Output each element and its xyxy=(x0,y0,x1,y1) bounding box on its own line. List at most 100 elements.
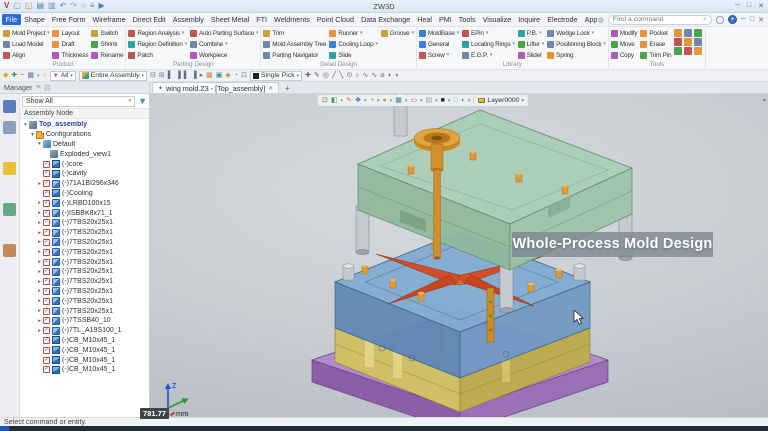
ribbon-button-patch[interactable]: Patch xyxy=(128,50,187,60)
checkbox[interactable]: ✓ xyxy=(43,327,50,335)
ribbon-button-align[interactable]: Align xyxy=(3,50,49,60)
manager-tab-icon[interactable] xyxy=(3,100,16,113)
show-all-dropdown[interactable]: Show All ▾ xyxy=(22,95,136,107)
ribbon-button-epin[interactable]: EPin ▾ xyxy=(462,28,515,38)
ribbon-button-region-definition[interactable]: Region Definition ▾ xyxy=(128,39,187,49)
ribbon-button-spring[interactable]: Spring xyxy=(547,50,606,60)
pick-mode-dropdown[interactable]: Single Pick ▾ xyxy=(249,70,303,81)
toolbar-icon[interactable]: ○ xyxy=(43,71,47,81)
tool-icon[interactable] xyxy=(684,38,693,46)
toolbar-icon[interactable]: ○ xyxy=(355,71,359,81)
tree-item-core[interactable]: ✓ (-)core xyxy=(20,159,149,169)
toolbar-icon[interactable]: ▣ xyxy=(216,71,223,81)
ribbon-button-combine[interactable]: Combine ▾ xyxy=(189,39,258,49)
ribbon-button-locating-rings[interactable]: Locating Rings ▾ xyxy=(462,39,515,49)
checkbox[interactable]: ✓ xyxy=(43,356,50,364)
tree-item-configurations[interactable]: ▾ Configurations xyxy=(20,130,149,140)
ribbon-button-modify[interactable]: Modify xyxy=(610,28,638,38)
tree-item-7tbs20x25x1[interactable]: ▸ ✓ (-)7TBS20x25x1 xyxy=(20,257,149,267)
viewport[interactable]: ⊡ ◧ ▾ ✎ ❖ ▾ ◔ ▾ ● ▾ ▦ ▾ ▭ ▾ ▤ ▾ ■ ▾ □ ◗ ▾ Layer0000 ▾ Whole-… xyxy=(140,94,768,419)
menu-tab-tools[interactable]: Tools xyxy=(455,14,479,25)
tree-item-default[interactable]: ▾ Default xyxy=(20,140,149,150)
checkbox[interactable]: ✓ xyxy=(43,258,50,266)
tree-item-cavity[interactable]: ✓ (-)cavity xyxy=(20,169,149,179)
view-toolbar-icon[interactable]: ■ xyxy=(441,96,445,105)
ribbon-button-parting-navigator[interactable]: Parting Navigator xyxy=(263,50,326,60)
tree-item-71a1bi296x346[interactable]: ▸ ✓ (-)71A1BI296x346 xyxy=(20,179,149,189)
redo-icon[interactable]: ↷ xyxy=(70,1,77,11)
checkbox[interactable]: ✓ xyxy=(43,268,50,276)
checkbox[interactable]: ✓ xyxy=(43,336,50,344)
expander-icon[interactable]: ▸ xyxy=(36,230,43,236)
menu-tab-electrode[interactable]: Electrode xyxy=(544,14,581,25)
checkbox[interactable]: ✓ xyxy=(43,278,50,286)
expander-icon[interactable]: ▸ xyxy=(36,328,43,334)
checkbox[interactable]: ✓ xyxy=(43,346,50,354)
regen-icon[interactable]: ○ xyxy=(81,1,86,11)
tree-item-7tbs20x25x1[interactable]: ▸ ✓ (-)7TBS20x25x1 xyxy=(20,296,149,306)
ribbon-button-cooling-loop[interactable]: Cooling Loop ▾ xyxy=(329,39,378,49)
menu-tab-data-exchange[interactable]: Data Exchange xyxy=(358,14,414,25)
view-toolbar-icon[interactable]: ▦ xyxy=(395,96,402,105)
checkbox[interactable]: ✓ xyxy=(43,238,50,246)
expander-icon[interactable]: ▾ xyxy=(36,141,43,147)
checkbox[interactable]: ✓ xyxy=(43,170,50,178)
menu-tab-pmi[interactable]: PMI xyxy=(436,14,456,25)
search-input[interactable] xyxy=(612,16,701,23)
toolbar-icon[interactable]: ▦ xyxy=(27,71,34,81)
menu-tab-visualize[interactable]: Visualize xyxy=(479,14,515,25)
close-icon[interactable]: ✕ xyxy=(758,2,764,10)
save-icon[interactable]: ▤ xyxy=(36,1,44,11)
menu-tab-fti[interactable]: FTI xyxy=(253,14,271,25)
tree-item-7tbs20x25x1[interactable]: ▸ ✓ (-)7TBS20x25x1 xyxy=(20,218,149,228)
tree-item-cb-m10x45-1[interactable]: ✓ (-)CB_M10x45_1 xyxy=(20,365,149,375)
tree-item-7tssb40-10[interactable]: ▸ ✓ (-)7TSSB40_10 xyxy=(20,316,149,326)
view-tab-icon[interactable] xyxy=(3,203,16,216)
expander-icon[interactable]: ▸ xyxy=(36,318,43,324)
toolbar-icon[interactable]: ⊞ xyxy=(159,71,165,81)
open-file-icon[interactable]: ◱ xyxy=(25,1,33,11)
minimize-icon[interactable]: ─ xyxy=(735,2,740,10)
ribbon-button-p-b[interactable]: P.B. ▾ xyxy=(517,28,544,38)
toolbar-icon[interactable]: ▌ xyxy=(184,71,189,81)
ribbon-button-load-model[interactable]: Load Model xyxy=(3,39,49,49)
tool-icon[interactable] xyxy=(694,29,703,37)
checkbox[interactable]: ✓ xyxy=(43,199,50,207)
panel-menu-icon[interactable]: ≡ xyxy=(36,84,40,91)
save-all-icon[interactable]: ▥ xyxy=(48,1,56,11)
view-toolbar-icon[interactable]: ▤ xyxy=(425,96,432,105)
history-tab-icon[interactable] xyxy=(3,244,16,257)
document-tab[interactable]: ✦ wing mold.Z3 - [Top_assembly] ✕ xyxy=(152,82,280,93)
menu-tab-assembly[interactable]: Assembly xyxy=(169,14,207,25)
tree-item-7tbs20x25x1[interactable]: ▸ ✓ (-)7TBS20x25x1 xyxy=(20,238,149,248)
menu-tab-app[interactable]: App xyxy=(581,14,598,25)
expander-icon[interactable]: ▸ xyxy=(36,269,43,275)
tool-icon[interactable] xyxy=(684,47,693,55)
toolbar-icon[interactable]: ◔ xyxy=(234,71,238,81)
menu-tab-file[interactable]: File xyxy=(2,14,21,25)
customize-icon[interactable]: ≡ xyxy=(90,1,95,11)
layer-dropdown[interactable]: Layer0000 ▾ xyxy=(473,97,524,104)
expander-icon[interactable]: ▸ xyxy=(36,308,43,314)
toolbar-icon[interactable]: ◈ xyxy=(225,71,230,81)
toolbar-icon[interactable]: ◆ xyxy=(3,71,8,81)
tool-icon[interactable] xyxy=(674,29,683,37)
more-icon[interactable]: ▶ xyxy=(99,1,105,11)
filter-dropdown[interactable]: ▼ All ▾ xyxy=(49,70,76,81)
ribbon-button-thickness[interactable]: Thickness xyxy=(52,50,89,60)
toolbar-icon[interactable]: ✚ xyxy=(305,71,311,81)
ribbon-button-region-analysis[interactable]: Region Analysis ▾ xyxy=(128,28,187,38)
new-file-icon[interactable]: ▢ xyxy=(13,1,21,11)
command-search[interactable]: ⌕ xyxy=(607,14,712,25)
panel-dock-icon[interactable]: ⊡ xyxy=(44,84,50,92)
toolbar-icon[interactable]: ⊙ xyxy=(346,71,352,81)
view-toolbar-icon[interactable]: ❖ xyxy=(355,96,361,105)
checkbox[interactable]: ✓ xyxy=(43,160,50,168)
menu-tab-point-cloud[interactable]: Point Cloud xyxy=(313,14,357,25)
toolbar-icon[interactable]: ∿ xyxy=(371,71,377,81)
toolbar-icon[interactable]: ✎ xyxy=(314,71,320,81)
tree-item-7tl-a19s100-1[interactable]: ▸ ✓ (-)7TL_A19S100_1 xyxy=(20,326,149,336)
restore-icon[interactable]: □ xyxy=(747,2,751,10)
view-toolbar-icon[interactable]: □ xyxy=(453,96,457,105)
toolbar-icon[interactable]: ✚ xyxy=(11,71,17,81)
